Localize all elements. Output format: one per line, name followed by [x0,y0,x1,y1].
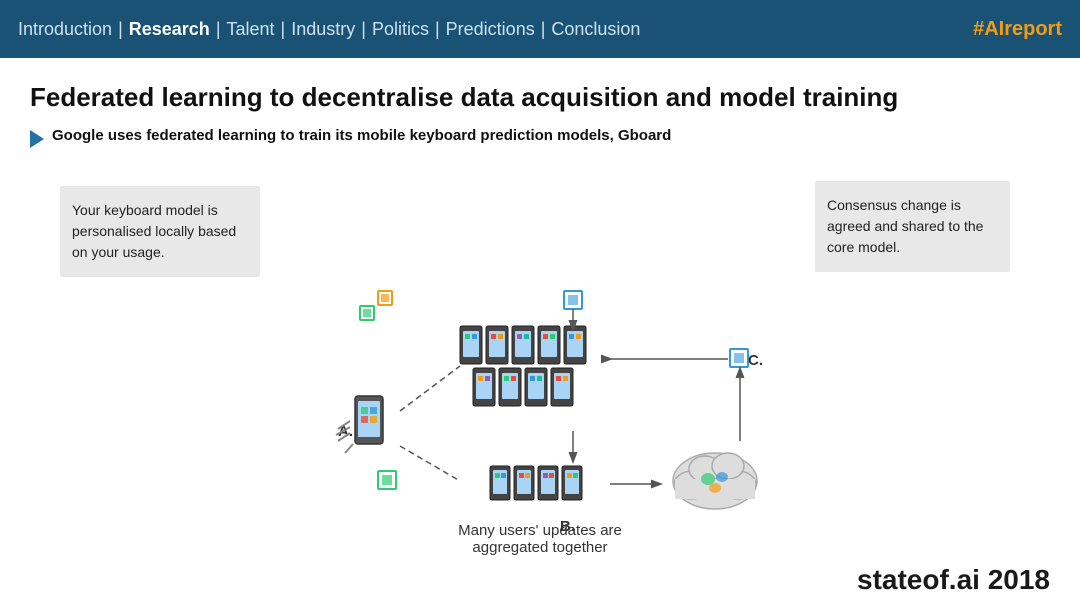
caption-line1: Many users' updates are [458,522,622,539]
navbar: Introduction | Research | Talent | Indus… [0,0,1080,58]
nav-talent[interactable]: Talent [227,19,275,40]
nav-industry[interactable]: Industry [291,19,355,40]
nav-introduction[interactable]: Introduction [18,19,112,40]
footer: stateof.ai 2018 [857,564,1050,596]
page-title: Federated learning to decentralise data … [30,82,1050,113]
triangle-icon [30,130,44,148]
bottom-caption: Many users' updates are aggregated toget… [458,522,622,556]
nav-links: Introduction | Research | Talent | Indus… [18,19,640,40]
main-content: Federated learning to decentralise data … [0,58,1080,566]
nav-research[interactable]: Research [129,19,210,40]
nav-conclusion[interactable]: Conclusion [551,19,640,40]
sub-heading: Google uses federated learning to train … [30,127,1050,148]
caption-line2: aggregated together [458,539,622,556]
nav-hashtag: #AIreport [973,18,1062,41]
diagram-area: Your keyboard model is personalised loca… [30,166,1050,556]
nav-predictions[interactable]: Predictions [446,19,535,40]
label-c: C. [748,352,763,369]
diagram-svg: A. [30,166,1050,556]
sub-heading-text: Google uses federated learning to train … [52,127,671,144]
nav-politics[interactable]: Politics [372,19,429,40]
